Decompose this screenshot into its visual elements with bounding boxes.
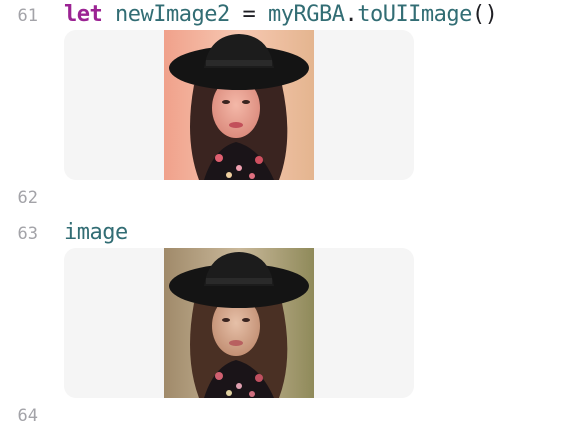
- portrait-image-filtered: [164, 30, 314, 180]
- identifier-newimage2: newImage2: [115, 2, 230, 27]
- line-number-61: 61: [17, 6, 38, 26]
- code-line-63[interactable]: image: [64, 220, 128, 245]
- operator-assign: =: [242, 2, 256, 27]
- result-preview-newimage2[interactable]: [64, 30, 414, 180]
- keyword-let: let: [64, 2, 103, 27]
- code-line-61[interactable]: let newImage2 = myRGBA.toUIImage(): [64, 2, 498, 27]
- line-number-64: 64: [17, 406, 38, 426]
- identifier-myrgba: myRGBA: [267, 2, 345, 27]
- method-touiimage: toUIImage: [357, 2, 472, 27]
- result-preview-image[interactable]: [64, 248, 414, 398]
- portrait-image-original: [164, 248, 314, 398]
- line-number-62: 62: [17, 188, 38, 208]
- call-parens: (): [471, 2, 498, 27]
- line-number-63: 63: [17, 224, 38, 244]
- identifier-image: image: [64, 220, 128, 245]
- dot-operator: .: [344, 2, 358, 27]
